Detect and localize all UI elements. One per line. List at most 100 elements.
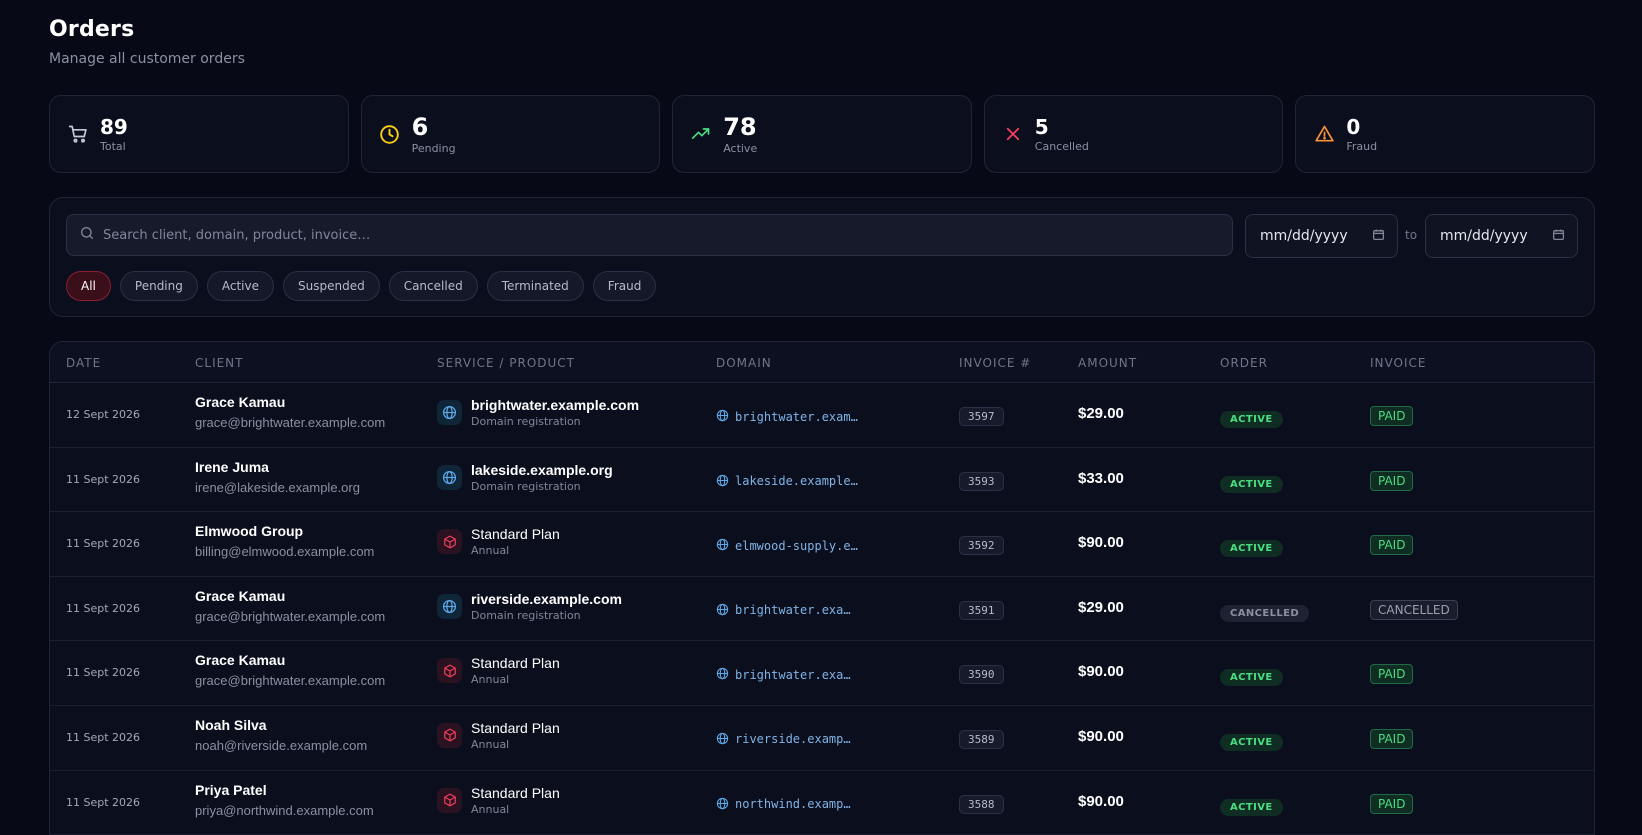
table-row[interactable]: 11 Sept 2026 Grace Kamau grace@brightwater… [50,577,1594,642]
client-name[interactable]: Irene Juma [195,459,360,475]
column-header-client[interactable]: CLIENT [195,356,244,370]
chip-cancelled[interactable]: Cancelled [388,271,478,301]
domain-cell[interactable]: northwind.examp… [716,795,851,814]
domain-link[interactable]: brightwater.exam… [735,410,858,424]
column-header-invoice[interactable]: INVOICE [1370,356,1426,370]
client-cell[interactable]: Grace Kamau grace@brightwater.example.com [195,588,385,624]
invoice-number-cell: 3591 [959,599,1004,620]
table-row[interactable]: 11 Sept 2026 Noah Silva noah@riverside.exa… [50,706,1594,771]
client-name[interactable]: Elmwood Group [195,523,374,539]
stat-label: Fraud [1346,139,1378,153]
table-row[interactable]: 11 Sept 2026 Priya Patel priya@northwind.e… [50,771,1594,835]
domain-cell[interactable]: brightwater.exa… [716,665,851,684]
order-amount: $90.00 [1078,727,1124,745]
domain-link[interactable]: riverside.examp… [735,732,851,746]
client-cell[interactable]: Elmwood Group billing@elmwood.example.com [195,523,374,559]
stats-row: 89 Total 6 Pending 78 Active 5 Cancelled… [49,95,1595,173]
table-row[interactable]: 11 Sept 2026 Grace Kamau grace@brightwater… [50,641,1594,706]
table-row[interactable]: 11 Sept 2026 Irene Juma irene@lakeside.exa… [50,448,1594,513]
domain-link[interactable]: elmwood-supply.e… [735,539,858,553]
column-header-date[interactable]: DATE [66,356,101,370]
stat-value: 0 [1346,114,1361,139]
order-status-badge: ACTIVE [1220,669,1283,687]
order-amount: $90.00 [1078,663,1124,681]
client-cell[interactable]: Noah Silva noah@riverside.example.com [195,717,367,753]
chip-all[interactable]: All [66,271,111,301]
calendar-icon[interactable] [1372,228,1385,245]
order-status-badge: CANCELLED [1220,604,1310,622]
invoice-status-badge: PAID [1370,406,1414,426]
client-email: grace@brightwater.example.com [195,415,386,430]
order-status-badge: ACTIVE [1220,733,1283,751]
domain-link[interactable]: brightwater.exa… [735,603,851,617]
chip-pending[interactable]: Pending [119,271,198,301]
table-header: DATE CLIENT SERVICE / PRODUCT DOMAIN INV… [50,342,1594,383]
date-to-input[interactable]: mm/dd/yyyy [1425,214,1578,258]
invoice-number-badge[interactable]: 3589 [959,729,1004,749]
chip-terminated[interactable]: Terminated [486,271,584,301]
date-from-input[interactable]: mm/dd/yyyy [1245,214,1398,258]
service-cell: lakeside.example.org Domain registration [437,462,613,493]
client-name[interactable]: Grace Kamau [195,394,385,410]
stat-value: 6 [411,112,429,141]
client-cell[interactable]: Priya Patel priya@northwind.example.com [195,782,374,818]
column-header-service[interactable]: SERVICE / PRODUCT [437,356,575,370]
search-input[interactable] [103,227,1203,243]
client-email: noah@riverside.example.com [195,737,368,753]
client-name[interactable]: Priya Patel [195,782,374,798]
order-status-cell: CANCELLED [1220,601,1310,622]
service-cell: brightwater.example.com Domain registrati… [437,397,639,428]
invoice-number-badge[interactable]: 3591 [959,600,1004,620]
invoice-number-badge[interactable]: 3593 [959,471,1004,491]
invoice-status-cell: PAID [1370,405,1414,426]
domain-cell[interactable]: brightwater.exam… [716,407,858,426]
date-separator: to [1405,228,1418,242]
client-name[interactable]: Noah Silva [195,717,367,733]
service-cell: riverside.example.com Domain registration [437,591,622,622]
orders-table: DATE CLIENT SERVICE / PRODUCT DOMAIN INV… [49,341,1595,835]
domain-cell[interactable]: elmwood-supply.e… [716,536,858,555]
chip-active[interactable]: Active [206,271,274,301]
status-filter-chips: All Pending Active Suspended Cancelled T… [66,271,657,301]
domain-link[interactable]: brightwater.exa… [735,668,851,682]
orders-page: Orders Manage all customer orders 89 Tot… [0,0,1642,835]
invoice-number-badge[interactable]: 3590 [959,665,1004,685]
order-status-badge: ACTIVE [1220,475,1283,493]
domain-link[interactable]: lakeside.example… [735,474,858,488]
column-header-domain[interactable]: DOMAIN [716,356,772,370]
order-status-cell: ACTIVE [1220,407,1283,428]
client-cell[interactable]: Irene Juma irene@lakeside.example.org [195,459,360,495]
order-status-badge: ACTIVE [1220,540,1283,558]
client-email: irene@lakeside.example.org [195,479,360,495]
date-from-placeholder: mm/dd/yyyy [1260,228,1348,244]
invoice-status-badge: CANCELLED [1370,599,1458,620]
domain-cell[interactable]: brightwater.exa… [716,601,851,620]
stat-label: Cancelled [1034,139,1089,153]
order-status-badge: ACTIVE [1220,798,1283,816]
domain-cell[interactable]: riverside.examp… [716,730,851,749]
column-header-order[interactable]: ORDER [1220,356,1268,370]
invoice-number-badge[interactable]: 3592 [959,536,1004,556]
globe-icon [716,795,729,814]
table-body: 12 Sept 2026 Grace Kamau grace@brightwater… [50,383,1594,835]
invoice-number-badge[interactable]: 3588 [959,794,1004,814]
table-row[interactable]: 12 Sept 2026 Grace Kamau grace@brightwater… [50,383,1594,448]
invoice-number-cell: 3590 [959,663,1004,685]
client-cell[interactable]: Grace Kamau grace@brightwater.example.com [195,394,385,430]
search-box[interactable] [66,214,1233,256]
domain-link[interactable]: northwind.examp… [735,797,851,811]
invoice-number-badge[interactable]: 3597 [959,407,1004,426]
domain-cell[interactable]: lakeside.example… [716,472,858,491]
client-cell[interactable]: Grace Kamau grace@brightwater.example.com [195,652,385,688]
invoice-number-cell: 3593 [959,470,1004,491]
column-header-invoice-number[interactable]: INVOICE # [959,356,1031,370]
calendar-icon[interactable] [1552,228,1565,245]
order-amount: $90.00 [1078,792,1124,810]
chip-fraud[interactable]: Fraud [592,271,657,301]
column-header-amount[interactable]: AMOUNT [1078,356,1137,370]
client-name[interactable]: Grace Kamau [195,588,385,604]
client-name[interactable]: Grace Kamau [195,652,385,668]
table-row[interactable]: 11 Sept 2026 Elmwood Group billing@elmwood… [50,512,1594,577]
globe-icon [437,464,462,490]
chip-suspended[interactable]: Suspended [283,271,380,301]
